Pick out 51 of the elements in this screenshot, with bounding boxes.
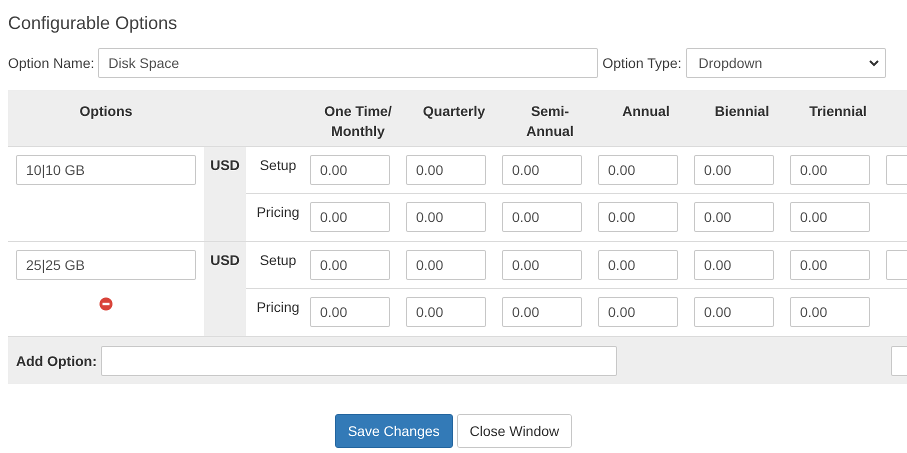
currency-label: USD xyxy=(210,157,240,173)
price-field[interactable]: 0.00 xyxy=(502,202,582,232)
price-field[interactable]: 0.00 xyxy=(406,155,486,185)
price-field[interactable]: 0.00 xyxy=(310,202,390,232)
price-field[interactable]: 0.00 xyxy=(406,297,486,327)
option-type-dropdown[interactable]: Dropdown xyxy=(686,48,886,78)
chevron-down-icon xyxy=(868,60,879,66)
price-field[interactable]: 0.00 xyxy=(310,297,390,327)
price-field[interactable]: 0.00 xyxy=(406,202,486,232)
price-type-label: Setup xyxy=(260,157,296,173)
column-header: Options xyxy=(78,102,134,121)
price-field[interactable]: 0.00 xyxy=(502,250,582,280)
column-header: Annual xyxy=(621,102,671,121)
price-field[interactable]: 0.00 xyxy=(598,297,678,327)
price-type-label: Setup xyxy=(260,252,296,268)
price-field[interactable]: 0.00 xyxy=(790,202,870,232)
price-field[interactable]: 0.00 xyxy=(694,155,774,185)
price-field[interactable]: 0.00 xyxy=(310,250,390,280)
price-field[interactable]: 0.00 xyxy=(502,297,582,327)
price-field[interactable]: 0.00 xyxy=(406,250,486,280)
price-field[interactable]: 0.00 xyxy=(694,202,774,232)
price-field[interactable]: 0.00 xyxy=(694,297,774,327)
price-type-label: Pricing xyxy=(256,299,300,315)
option-field[interactable]: 10|10 GB xyxy=(16,155,196,185)
price-field[interactable]: 0.00 xyxy=(694,250,774,280)
price-field[interactable]: 0.00 xyxy=(598,155,678,185)
column-header: Triennial xyxy=(808,102,868,121)
price-field[interactable]: 0.00 xyxy=(598,250,678,280)
close-button[interactable]: Close Window xyxy=(456,414,572,448)
option-name-field[interactable]: Disk Space xyxy=(98,48,598,78)
price-field[interactable]: 0.00 xyxy=(790,155,870,185)
column-header: Semi-Annual xyxy=(525,102,575,141)
price-field[interactable]: 0.00 xyxy=(598,202,678,232)
remove-icon[interactable] xyxy=(99,297,113,311)
column-header: Quarterly xyxy=(422,102,486,121)
column-header: One Time/ Monthly xyxy=(323,102,393,141)
price-field[interactable]: 0.00 xyxy=(790,297,870,327)
price-field[interactable]: 0.00 xyxy=(502,155,582,185)
field-label: Option Type: xyxy=(602,55,682,71)
add-option-label: Add Option: xyxy=(16,352,97,368)
column-header: Biennial xyxy=(714,102,770,121)
currency-label: USD xyxy=(210,252,240,268)
add-option-field[interactable] xyxy=(100,346,617,376)
option-field[interactable]: 25|25 GB xyxy=(16,250,196,280)
field-label: Option Name: xyxy=(8,55,94,71)
price-field[interactable]: 0.00 xyxy=(310,155,390,185)
page-title: Configurable Options xyxy=(8,12,178,35)
save-button[interactable]: Save Changes xyxy=(334,414,453,448)
price-field[interactable] xyxy=(890,346,907,376)
price-field[interactable]: 0.00 xyxy=(790,250,870,280)
price-type-label: Pricing xyxy=(256,204,300,220)
